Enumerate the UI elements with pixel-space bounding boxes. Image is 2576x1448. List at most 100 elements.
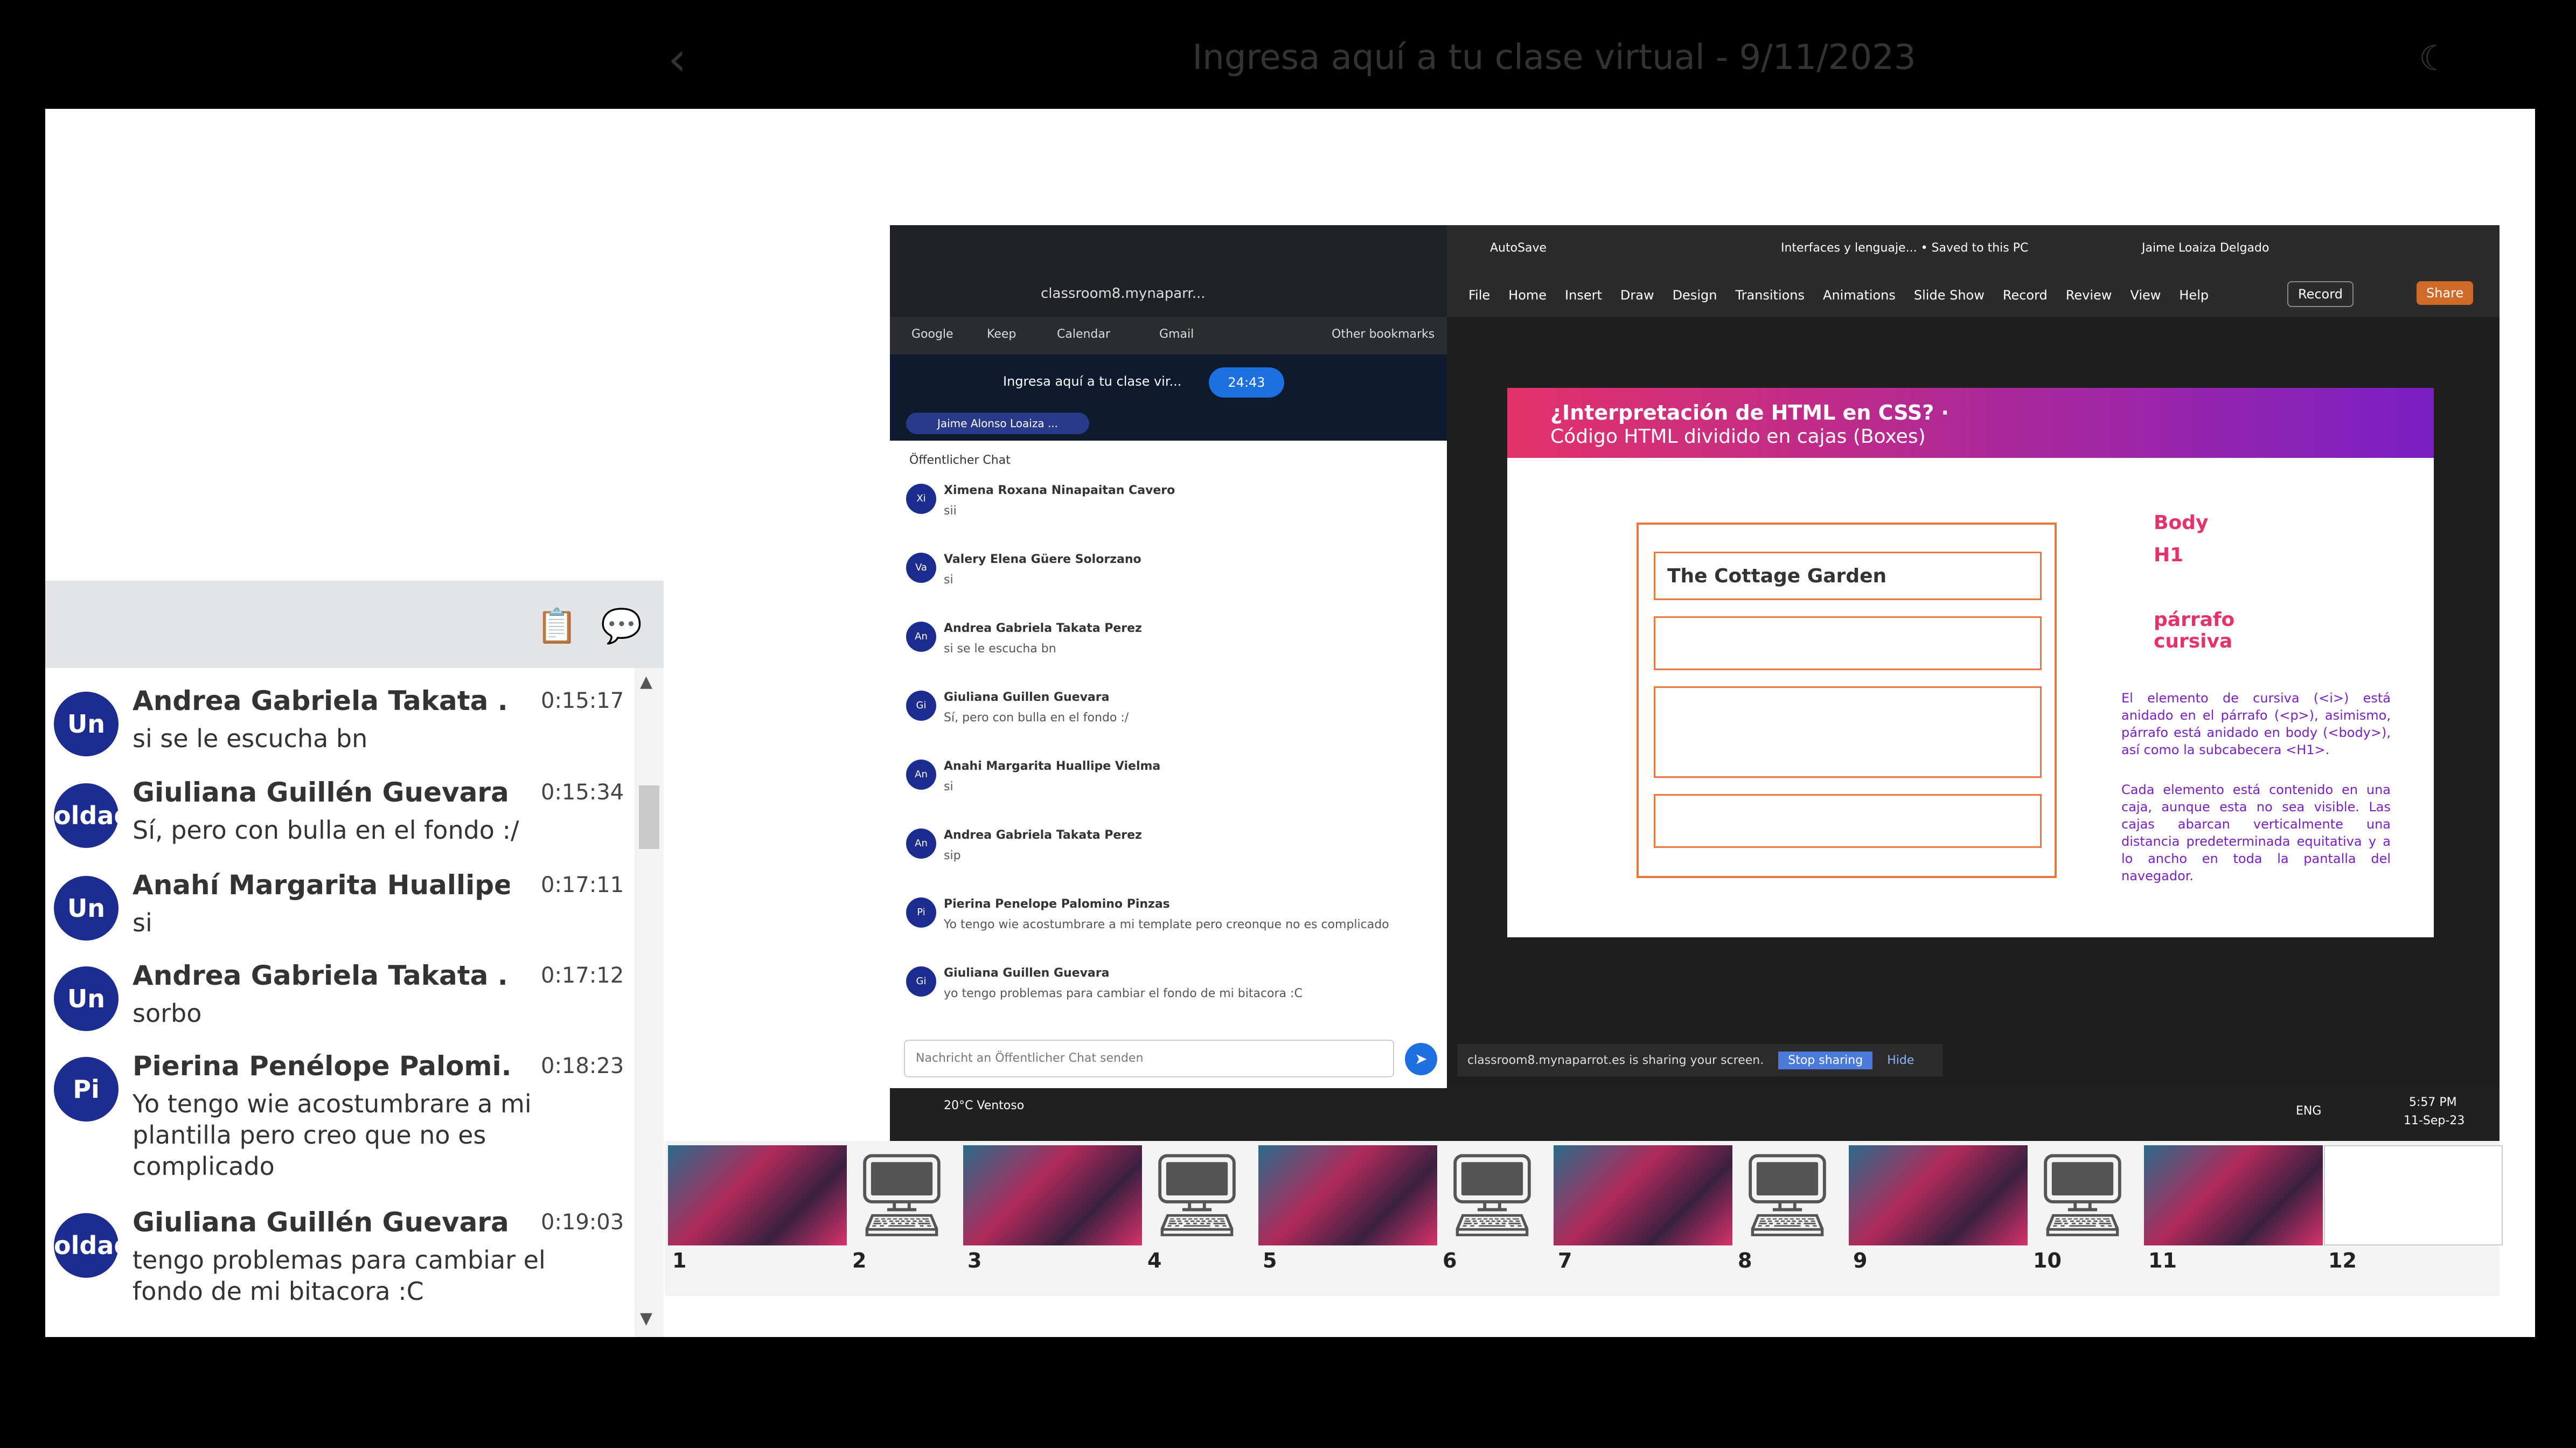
ppt-menu-item[interactable]: Draw bbox=[1620, 288, 1654, 303]
slide-thumbnail[interactable] bbox=[1258, 1145, 1437, 1245]
avatar: Va bbox=[906, 553, 936, 583]
avatar: Un bbox=[54, 876, 119, 941]
slide-thumbnails: 1 🖥 2 3 🖥 4 5 🖥 6 7 🖥 8 9 🖥 10 11 12 bbox=[665, 1141, 2503, 1296]
weather-text: 20°C Ventoso bbox=[944, 1099, 1025, 1112]
label-body: Body bbox=[2154, 512, 2209, 534]
thumbnail-number: 6 bbox=[1443, 1249, 1457, 1272]
sender-name: Valery Elena Güere Solorzano bbox=[944, 553, 1141, 566]
sender-name: Andrea Gabriela Takata ... bbox=[133, 685, 510, 716]
dark-mode-toggle-icon[interactable]: ☾ bbox=[2419, 39, 2449, 79]
share-button[interactable]: Share bbox=[2417, 281, 2474, 305]
browser-tabs[interactable] bbox=[890, 225, 1447, 274]
message-time: 0:15:17 bbox=[541, 688, 624, 713]
avatar: oldaderica bbox=[54, 1213, 119, 1278]
record-timer[interactable]: 24:43 bbox=[1209, 367, 1284, 398]
ppt-menu-item[interactable]: View bbox=[2130, 288, 2161, 303]
slide-canvas: ¿Interpretación de HTML en CSS? · Código… bbox=[1507, 388, 2434, 937]
bookmarks-bar: Google Keep Calendar Gmail Other bookmar… bbox=[890, 317, 1447, 354]
message-text: sip bbox=[944, 849, 961, 862]
clipboard-icon[interactable]: 📋 bbox=[535, 604, 579, 648]
bookmark[interactable]: Gmail bbox=[1159, 328, 1194, 341]
ppt-menu-item[interactable]: Home bbox=[1508, 288, 1547, 303]
avatar: Gi bbox=[906, 691, 936, 721]
scroll-up-icon[interactable]: ▲ bbox=[640, 672, 652, 691]
record-button[interactable]: Record bbox=[2287, 281, 2354, 307]
ppt-menu-item[interactable]: Help bbox=[2179, 288, 2209, 303]
ppt-menu-item[interactable]: Design bbox=[1673, 288, 1717, 303]
ppt-menu-item[interactable]: File bbox=[1468, 288, 1490, 303]
chat-input[interactable]: Nachricht an Öffentlicher Chat senden bbox=[904, 1040, 1394, 1077]
language-indicator[interactable]: ENG bbox=[2296, 1104, 2321, 1118]
sender-name: Anahi Margarita Huallipe Vielma bbox=[944, 760, 1161, 773]
thumbnail-number: 1 bbox=[672, 1249, 687, 1272]
bookmark[interactable]: Google bbox=[911, 328, 953, 341]
autosave-label[interactable]: AutoSave bbox=[1490, 241, 1547, 255]
clock: 5:57 PM bbox=[2409, 1096, 2457, 1109]
slide-paragraph-2: Cada elemento está contenido en una caja… bbox=[2121, 782, 2391, 883]
chat-scrollbar[interactable]: ▲ ▼ bbox=[635, 668, 664, 1337]
ppt-menu-item[interactable]: Record bbox=[2003, 288, 2048, 303]
embedded-chat-title: Öffentlicher Chat bbox=[909, 454, 1011, 467]
h1-box: The Cottage Garden bbox=[1654, 552, 2042, 600]
bookmark[interactable]: Calendar bbox=[1057, 328, 1110, 341]
page-title: Ingresa aquí a tu clase virtual - 9/11/2… bbox=[1192, 38, 1916, 78]
slide-thumbnail[interactable] bbox=[2324, 1145, 2503, 1245]
ppt-menu-item[interactable]: Insert bbox=[1565, 288, 1602, 303]
message-time: 0:15:34 bbox=[541, 780, 624, 805]
paragraph-box bbox=[1654, 616, 2042, 670]
chat-bubbles-icon[interactable]: 💬 bbox=[600, 604, 643, 648]
chat-message-list: Un Andrea Gabriela Takata ... 0:15:17 si… bbox=[45, 668, 664, 1337]
ppt-menu-item[interactable]: Review bbox=[2066, 288, 2112, 303]
ppt-menu-item[interactable]: Slide Show bbox=[1914, 288, 1985, 303]
meeting-title: Ingresa aquí a tu clase vir... bbox=[1003, 374, 1182, 389]
ppt-menu-item[interactable]: Animations bbox=[1823, 288, 1896, 303]
sharing-banner: classroom8.mynaparrot.es is sharing your… bbox=[1458, 1044, 1943, 1076]
message-text: Yo tengo wie acostumbrare a mi template … bbox=[944, 918, 1389, 931]
avatar: An bbox=[906, 760, 936, 790]
slide-thumbnail[interactable]: 🖥 bbox=[2029, 1145, 2136, 1245]
sender-name: Anahí Margarita Huallipe... bbox=[133, 869, 510, 901]
sender-name: Giuliana Guillén Guevara bbox=[133, 777, 509, 808]
slide-thumbnail[interactable] bbox=[2144, 1145, 2323, 1245]
hide-button[interactable]: Hide bbox=[1887, 1054, 1914, 1067]
slide-subtitle: Código HTML dividido en cajas (Boxes) bbox=[1550, 426, 1926, 448]
ppt-menu-item[interactable]: Transitions bbox=[1735, 288, 1805, 303]
slide-thumbnail[interactable]: 🖥 bbox=[848, 1145, 956, 1245]
bookmark[interactable]: Other bookmarks bbox=[1332, 328, 1435, 341]
chat-video-area bbox=[45, 109, 664, 581]
slide-header: ¿Interpretación de HTML en CSS? · Código… bbox=[1507, 388, 2434, 458]
message-text: Yo tengo wie acostumbrare a mi plantilla… bbox=[133, 1089, 532, 1181]
paragraph-box bbox=[1654, 686, 2042, 778]
slide-thumbnail[interactable] bbox=[668, 1145, 847, 1245]
slide-thumbnail[interactable]: 🖥 bbox=[1143, 1145, 1251, 1245]
send-icon[interactable]: ➤ bbox=[1405, 1043, 1437, 1075]
stop-sharing-button[interactable]: Stop sharing bbox=[1778, 1052, 1873, 1069]
sender-name: Giuliana Guillén Guevara bbox=[133, 1207, 509, 1238]
slide-thumbnail[interactable]: 🖥 bbox=[1733, 1145, 1841, 1245]
scroll-down-icon[interactable]: ▼ bbox=[640, 1309, 652, 1328]
slide-thumbnail[interactable]: 🖥 bbox=[1438, 1145, 1546, 1245]
ppt-ribbon-menu: File Home Insert Draw Design Transitions Anima… bbox=[1447, 274, 2500, 317]
thumbnail-number: 7 bbox=[1558, 1249, 1572, 1272]
thumbnail-number: 3 bbox=[967, 1249, 982, 1272]
browser-window: classroom8.mynaparr... Google Keep Calen… bbox=[890, 225, 1447, 1088]
thumbnail-number: 4 bbox=[1147, 1249, 1162, 1272]
slide-thumbnail[interactable] bbox=[963, 1145, 1142, 1245]
url-text[interactable]: classroom8.mynaparr... bbox=[1041, 286, 1206, 302]
message-time: 0:19:03 bbox=[541, 1210, 624, 1235]
scroll-thumb[interactable] bbox=[639, 785, 659, 849]
thumbnail-number: 10 bbox=[2033, 1249, 2062, 1272]
slide-thumbnail[interactable] bbox=[1554, 1145, 1732, 1245]
message-time: 0:17:12 bbox=[541, 963, 624, 988]
bookmark[interactable]: Keep bbox=[987, 328, 1016, 341]
sender-name: Pierina Penelope Palomino Pinzas bbox=[944, 897, 1170, 911]
message-text: si bbox=[944, 780, 953, 793]
sender-name: Andrea Gabriela Takata ... bbox=[133, 960, 510, 991]
message-text: si se le escucha bn bbox=[944, 642, 1056, 656]
thumbnail-number: 12 bbox=[2328, 1249, 2357, 1272]
address-bar[interactable]: classroom8.mynaparr... bbox=[890, 274, 1447, 317]
presenter-badge: Jaime Alonso Loaiza ... bbox=[906, 413, 1089, 434]
slide-thumbnail[interactable] bbox=[1849, 1145, 2028, 1245]
thumbnail-number: 9 bbox=[1853, 1249, 1868, 1272]
slide-title: ¿Interpretación de HTML en CSS? · bbox=[1550, 401, 1949, 424]
